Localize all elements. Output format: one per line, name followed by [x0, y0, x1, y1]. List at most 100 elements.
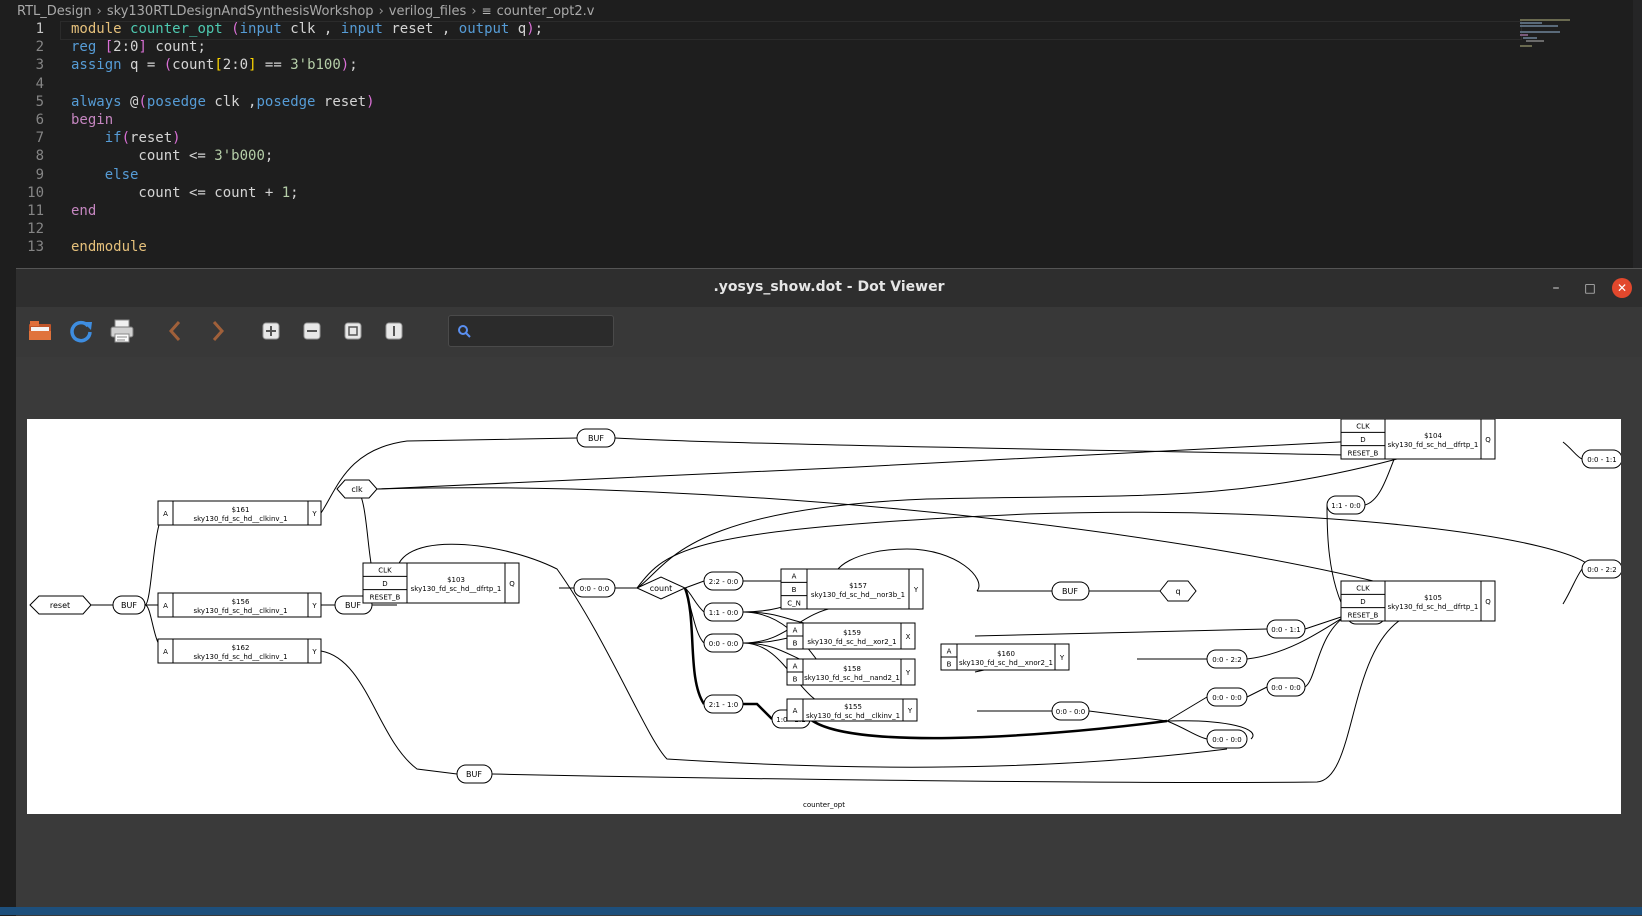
code-editor[interactable]: RTL_Design › sky130RTLDesignAndSynthesis…	[0, 0, 1642, 270]
slice-node[interactable]: 0:0 - 0:0	[703, 633, 744, 653]
pin-label: Q	[509, 580, 515, 588]
code-token: 2:0	[113, 39, 139, 56]
code-line[interactable]: 5 always @(posedge clk ,posedge reset)	[0, 93, 1600, 112]
line-number: 10	[27, 184, 44, 201]
pin-label: Y	[913, 586, 919, 594]
code-line[interactable]: 6 begin	[0, 111, 1600, 130]
dot-viewer-window: .yosys_show.dot - Dot Viewer – □ ✕ reset…	[16, 268, 1642, 916]
slice-node[interactable]: 0:0 - 2:2	[1581, 559, 1621, 579]
code-line[interactable]: 8 count <= 3'b000;	[0, 147, 1600, 166]
cell-156[interactable]: A Y $156sky130_fd_sc_hd__clkinv_1	[157, 592, 322, 618]
cell-105[interactable]: CLK D RESET_B Q $105sky130_fd_sc_hd__dfrtp_1	[1340, 580, 1496, 622]
graph-caption: counter_opt	[803, 801, 845, 809]
code-line[interactable]: 13 endmodule	[0, 238, 1600, 257]
code-token: count <=	[71, 148, 215, 165]
code-line[interactable]: 7 if(reset)	[0, 129, 1600, 148]
code-line[interactable]: 2 reg [2:0] count;	[0, 38, 1600, 57]
slice-node[interactable]: 0:0 - 1:1	[1581, 449, 1621, 469]
cell-id: $155	[844, 703, 862, 711]
cell-157[interactable]: AB C_N Y $157sky130_fd_sc_hd__nor3b_1	[780, 568, 924, 610]
slice-label: 0:0 - 0:0	[709, 640, 739, 648]
breadcrumb-item-workshop[interactable]: sky130RTLDesignAndSynthesisWorkshop	[107, 4, 374, 19]
breadcrumb-item-file[interactable]: counter_opt2.v	[497, 4, 595, 19]
code-line[interactable]: 9 else	[0, 166, 1600, 185]
slice-node[interactable]: 1:1 - 0:0	[1326, 495, 1366, 515]
slice-node[interactable]: 2:2 - 0:0	[703, 571, 744, 591]
cell-160[interactable]: AB Y $160sky130_fd_sc_hd__xnor2_1	[940, 643, 1070, 671]
search-box[interactable]	[448, 315, 614, 347]
code-token: ;	[264, 148, 274, 165]
pin-label: C_N	[787, 599, 801, 607]
slice-label: 0:0 - 1:1	[1271, 626, 1301, 634]
cell-104[interactable]: CLK D RESET_B Q $104sky130_fd_sc_hd__dfrtp_1	[1340, 419, 1496, 460]
maximize-button[interactable]: □	[1580, 278, 1600, 298]
pin-label: A	[163, 648, 168, 656]
breadcrumb-item-verilog-files[interactable]: verilog_files	[389, 4, 467, 19]
chevron-right-icon: ›	[471, 3, 477, 19]
close-button[interactable]: ✕	[1612, 278, 1632, 298]
code-line[interactable]: 11 end	[0, 202, 1600, 221]
line-number: 1	[35, 21, 44, 37]
pin-label: A	[163, 602, 168, 610]
editor-scrollbar[interactable]	[1633, 0, 1642, 270]
cell-id: $160	[997, 650, 1015, 658]
code-line[interactable]: 10 count <= count + 1;	[0, 184, 1600, 203]
zoom-100-icon[interactable]	[379, 316, 409, 346]
forward-icon[interactable]	[203, 316, 233, 346]
netlist-graph[interactable]: reset clk count q BUF BUF BUF BUF BUF 0:…	[27, 419, 1621, 814]
pin-label: Y	[1059, 654, 1065, 662]
code-token: 3'b100	[290, 57, 341, 74]
code-line[interactable]: 4	[0, 75, 1600, 94]
pin-label: D	[1360, 436, 1365, 444]
slice-node[interactable]: 1:1 - 0:0	[703, 602, 744, 622]
cell-158[interactable]: AB Y $158sky130_fd_sc_hd__nand2_1	[786, 658, 916, 686]
code-token: clk ,	[290, 21, 341, 37]
minimize-button[interactable]: –	[1546, 278, 1566, 298]
graph-canvas[interactable]: reset clk count q BUF BUF BUF BUF BUF 0:…	[16, 357, 1642, 916]
pin-label: A	[793, 663, 798, 671]
code-token: reset	[130, 130, 173, 147]
slice-node[interactable]: 0:0 - 1:1	[1266, 619, 1306, 639]
line-number: 12	[27, 221, 44, 238]
code-line[interactable]: 3 assign q = (count[2:0] == 3'b100);	[0, 56, 1600, 75]
pin-label: Y	[311, 510, 317, 518]
minimap[interactable]	[1520, 18, 1600, 48]
cell-103[interactable]: CLK D RESET_B Q $103sky130_fd_sc_hd__dfrtp_1	[362, 562, 520, 604]
slice-node[interactable]: 0:0 - 0:0	[1206, 687, 1248, 707]
code-token: ]	[248, 57, 257, 74]
reload-icon[interactable]	[66, 316, 96, 346]
breadcrumb-item-folder[interactable]: RTL_Design	[17, 4, 92, 19]
zoom-out-icon[interactable]	[297, 316, 327, 346]
pin-label: B	[793, 640, 798, 648]
slice-node[interactable]: 0:0 - 0:0	[1051, 701, 1090, 721]
open-icon[interactable]	[25, 316, 55, 346]
cell-155[interactable]: A Y $155sky130_fd_sc_hd__clkinv_1	[786, 698, 918, 722]
zoom-fit-icon[interactable]	[338, 316, 368, 346]
print-icon[interactable]	[107, 316, 137, 346]
zoom-in-icon[interactable]	[256, 316, 286, 346]
line-number: 6	[35, 112, 44, 128]
back-icon[interactable]	[160, 316, 190, 346]
slice-node[interactable]: 2:1 - 1:0	[703, 694, 744, 714]
slice-label: 0:0 - 0:0	[1271, 684, 1301, 692]
slice-label: 1:1 - 0:0	[709, 609, 739, 617]
pin-label: A	[793, 627, 798, 635]
slice-node[interactable]: 0:0 - 2:2	[1206, 649, 1248, 669]
cell-161[interactable]: A Y $161sky130_fd_sc_hd__clkinv_1	[157, 500, 322, 526]
code-line[interactable]: 12	[0, 220, 1600, 239]
code-text: module counter_opt (input clk , input re…	[71, 20, 543, 39]
cell-159[interactable]: AB X $159sky130_fd_sc_hd__xor2_1	[786, 622, 916, 650]
cell-type: sky130_fd_sc_hd__clkinv_1	[193, 653, 287, 661]
search-input[interactable]	[479, 322, 609, 342]
code-token: else	[104, 166, 139, 183]
cell-162[interactable]: A Y $162sky130_fd_sc_hd__clkinv_1	[157, 638, 322, 664]
code-token: ;	[349, 57, 358, 74]
slice-label: 0:0 - 0:0	[1056, 708, 1086, 716]
slice-node[interactable]: 0:0 - 0:0	[1266, 677, 1306, 697]
code-line[interactable]: 1 module counter_opt (input clk , input r…	[0, 20, 1600, 39]
code-token: clk ,	[214, 93, 257, 110]
slice-node[interactable]: 0:0 - 0:0	[1206, 729, 1248, 749]
pin-label: A	[163, 510, 168, 518]
slice-node[interactable]: 0:0 - 0:0	[573, 578, 616, 598]
titlebar[interactable]: .yosys_show.dot - Dot Viewer – □ ✕	[16, 269, 1642, 307]
